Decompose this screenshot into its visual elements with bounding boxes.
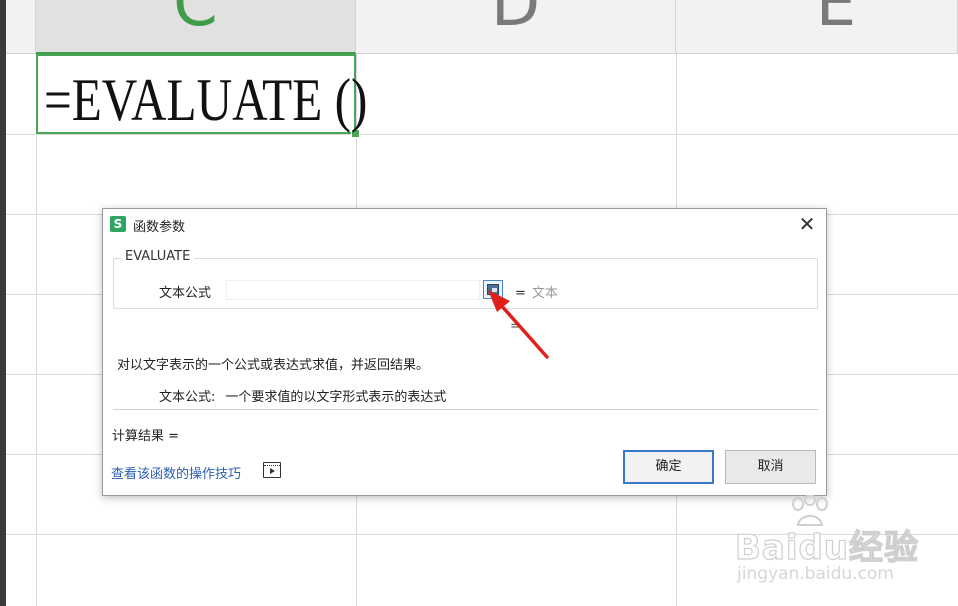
formula-result-equals: =	[510, 319, 521, 334]
column-letter: C	[173, 0, 218, 41]
baidu-jingyan-watermark: Baidu经验 jingyan.baidu.com	[732, 495, 942, 590]
column-header-e[interactable]: E	[676, 0, 958, 54]
range-select-icon	[487, 284, 499, 295]
column-letter: E	[815, 0, 857, 41]
function-description: 对以文字表示的一个公式或表达式求值，并返回结果。	[117, 358, 430, 373]
argument-description: 文本公式: 一个要求值的以文字形式表示的表达式	[159, 386, 446, 405]
divider	[113, 409, 818, 410]
argument-result: = 文本	[515, 282, 558, 301]
function-arguments-dialog: S 函数参数 ✕ EVALUATE 文本公式 = 文本 = 对以文字表示的一个公式…	[102, 208, 827, 496]
select-all-corner[interactable]	[6, 0, 36, 54]
dialog-titlebar[interactable]: S 函数参数 ✕	[103, 209, 826, 239]
window-left-edge	[0, 0, 6, 606]
argument-result-value: 文本	[531, 286, 558, 301]
wps-spreadsheet-icon: S	[110, 216, 126, 232]
column-letter: D	[490, 0, 541, 41]
argument-result-equals: =	[515, 286, 526, 301]
calculation-result: 计算结果 =	[112, 425, 179, 444]
argument-description-label: 文本公式:	[159, 390, 216, 405]
watermark-url: jingyan.baidu.com	[737, 564, 894, 584]
function-tips-link[interactable]: 查看该函数的操作技巧	[111, 463, 241, 482]
cancel-button[interactable]: 取消	[725, 450, 816, 484]
column-header-d[interactable]: D	[356, 0, 676, 54]
ok-button[interactable]: 确定	[623, 450, 714, 484]
close-button[interactable]: ✕	[796, 213, 818, 235]
calculation-result-label: 计算结果 =	[112, 429, 180, 444]
grid-line	[36, 54, 37, 606]
dialog-title: 函数参数	[133, 220, 186, 235]
spreadsheet-window: C D E =EVALUATE () S 函数参数 ✕ EVALUATE 文本公…	[0, 0, 958, 606]
watermark-brand: Baidu经验	[734, 527, 920, 568]
argument-description-text: 一个要求值的以文字形式表示的表达式	[225, 390, 447, 405]
ref-select-button[interactable]	[483, 280, 503, 299]
argument-input[interactable]	[226, 280, 480, 300]
column-header-c[interactable]: C	[36, 0, 356, 54]
function-name-label: EVALUATE	[121, 249, 195, 264]
video-tutorial-icon[interactable]	[263, 462, 281, 478]
argument-label: 文本公式	[159, 286, 212, 301]
cell-formula-text: =EVALUATE ()	[44, 67, 368, 133]
